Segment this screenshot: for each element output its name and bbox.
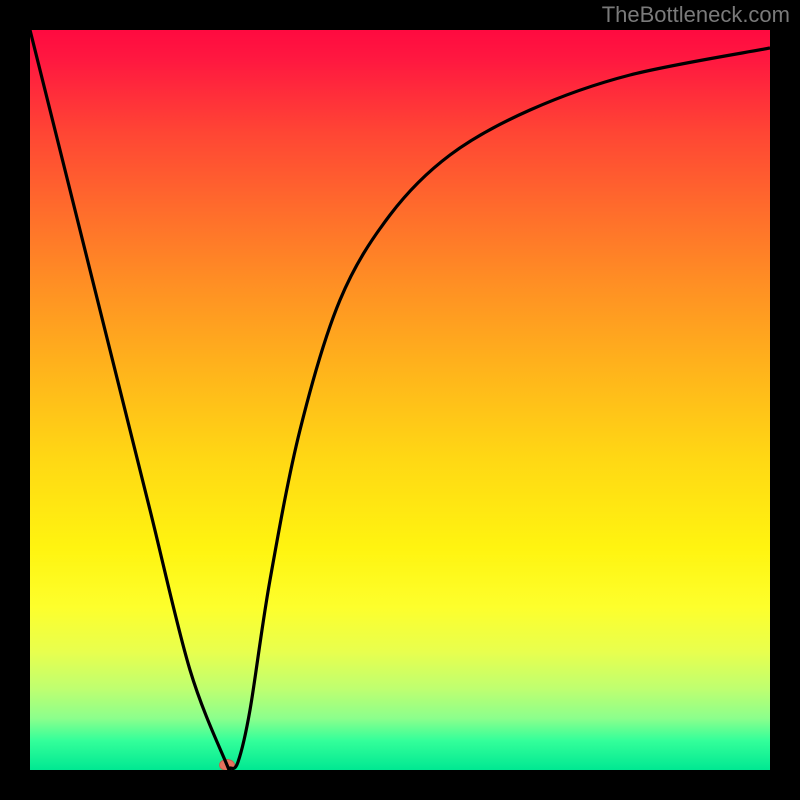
watermark-text: TheBottleneck.com	[602, 2, 790, 28]
plot-area	[30, 30, 770, 770]
curve-path	[30, 30, 770, 770]
curve-svg	[30, 30, 770, 770]
chart-frame: TheBottleneck.com	[0, 0, 800, 800]
